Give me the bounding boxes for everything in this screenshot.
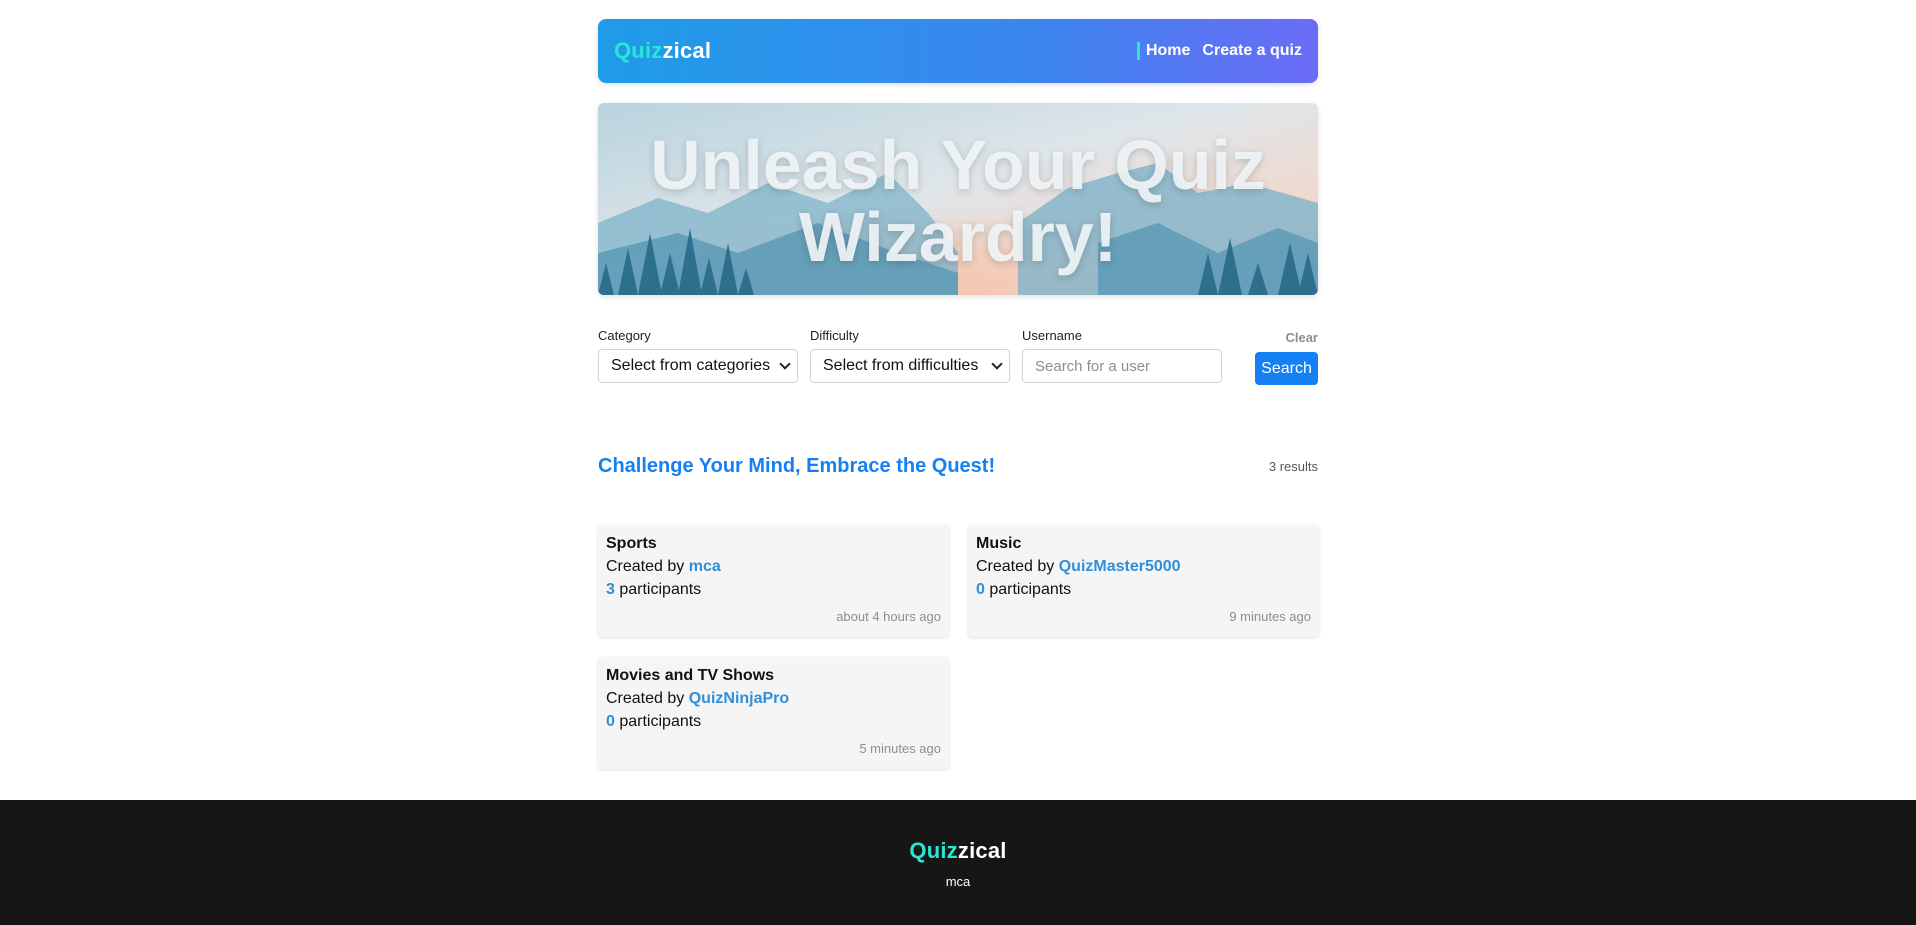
hero-title-line2: Wizardry! <box>798 198 1118 276</box>
quiz-participants-line: 0 participants <box>976 581 1311 599</box>
results-count: 3 results <box>1268 459 1318 474</box>
quiz-participants-line: 3 participants <box>606 581 941 599</box>
section-title: Challenge Your Mind, Embrace the Quest! <box>598 455 996 477</box>
category-select[interactable]: Select from categories <box>598 349 798 383</box>
nav-create-quiz-link[interactable]: Create a quiz <box>1202 42 1302 60</box>
quiz-timestamp: 5 minutes ago <box>859 741 941 756</box>
clear-filters-button[interactable]: Clear <box>1285 330 1318 345</box>
difficulty-select[interactable]: Select from difficulties <box>810 349 1010 383</box>
hero-title: Unleash Your Quiz Wizardry! <box>598 129 1318 273</box>
hero-title-line1: Unleash Your Quiz <box>650 126 1266 204</box>
footer: Quizzical mca <box>0 800 1916 925</box>
quiz-name: Music <box>976 535 1022 552</box>
participants-count: 0 <box>606 713 615 730</box>
footer-brand-logo[interactable]: Quizzical <box>909 838 1006 864</box>
participants-label: participants <box>619 581 702 598</box>
quiz-author-line: Created by QuizMaster5000 <box>976 558 1311 576</box>
quiz-participants-line: 0 participants <box>606 713 941 731</box>
category-select-value: Select from categories <box>611 357 771 374</box>
brand-part-zical: zical <box>662 38 712 63</box>
participants-count: 3 <box>606 581 615 598</box>
username-search-input[interactable] <box>1022 349 1222 383</box>
footer-author: mca <box>945 874 971 889</box>
quiz-list-header: Challenge Your Mind, Embrace the Quest! … <box>598 455 1318 478</box>
username-field: Username <box>1022 328 1222 383</box>
quiz-name: Movies and TV Shows <box>606 667 775 684</box>
chevron-down-icon <box>779 358 791 370</box>
top-navbar: Quizzical Home Create a quiz <box>598 19 1318 83</box>
participants-count: 0 <box>976 581 985 598</box>
participants-label: participants <box>989 581 1072 598</box>
quiz-card[interactable]: Music Created by QuizMaster5000 0 partic… <box>968 525 1319 637</box>
quiz-author-line: Created by QuizNinjaPro <box>606 690 941 708</box>
created-by-label: Created by <box>606 558 685 575</box>
search-button[interactable]: Search <box>1255 352 1318 385</box>
quiz-name: Sports <box>606 535 657 552</box>
difficulty-select-value: Select from difficulties <box>823 357 979 374</box>
quiz-author-link[interactable]: QuizMaster5000 <box>1059 558 1181 575</box>
quiz-author-line: Created by mca <box>606 558 941 576</box>
filter-bar: Category Select from categories Difficul… <box>598 328 1318 388</box>
category-field: Category Select from categories <box>598 328 798 383</box>
quiz-author-link[interactable]: QuizNinjaPro <box>689 690 789 707</box>
difficulty-label: Difficulty <box>810 328 859 343</box>
quiz-timestamp: about 4 hours ago <box>836 609 941 624</box>
created-by-label: Created by <box>976 558 1055 575</box>
category-label: Category <box>598 328 651 343</box>
footer-brand-part-quiz: Quiz <box>909 838 958 863</box>
brand-logo[interactable]: Quizzical <box>614 38 711 64</box>
hero-banner: Unleash Your Quiz Wizardry! <box>598 103 1318 295</box>
created-by-label: Created by <box>606 690 685 707</box>
quiz-card[interactable]: Movies and TV Shows Created by QuizNinja… <box>598 657 949 769</box>
chevron-down-icon <box>991 358 1003 370</box>
participants-label: participants <box>619 713 702 730</box>
quiz-timestamp: 9 minutes ago <box>1229 609 1311 624</box>
nav-links: Home Create a quiz <box>1136 42 1302 60</box>
quiz-card[interactable]: Sports Created by mca 3 participants abo… <box>598 525 949 637</box>
difficulty-field: Difficulty Select from difficulties <box>810 328 1010 383</box>
brand-part-quiz: Quiz <box>614 38 663 63</box>
username-label: Username <box>1022 328 1082 343</box>
footer-brand-part-zical: zical <box>957 838 1007 863</box>
nav-home-link[interactable]: Home <box>1136 42 1190 60</box>
quiz-author-link[interactable]: mca <box>689 558 721 575</box>
